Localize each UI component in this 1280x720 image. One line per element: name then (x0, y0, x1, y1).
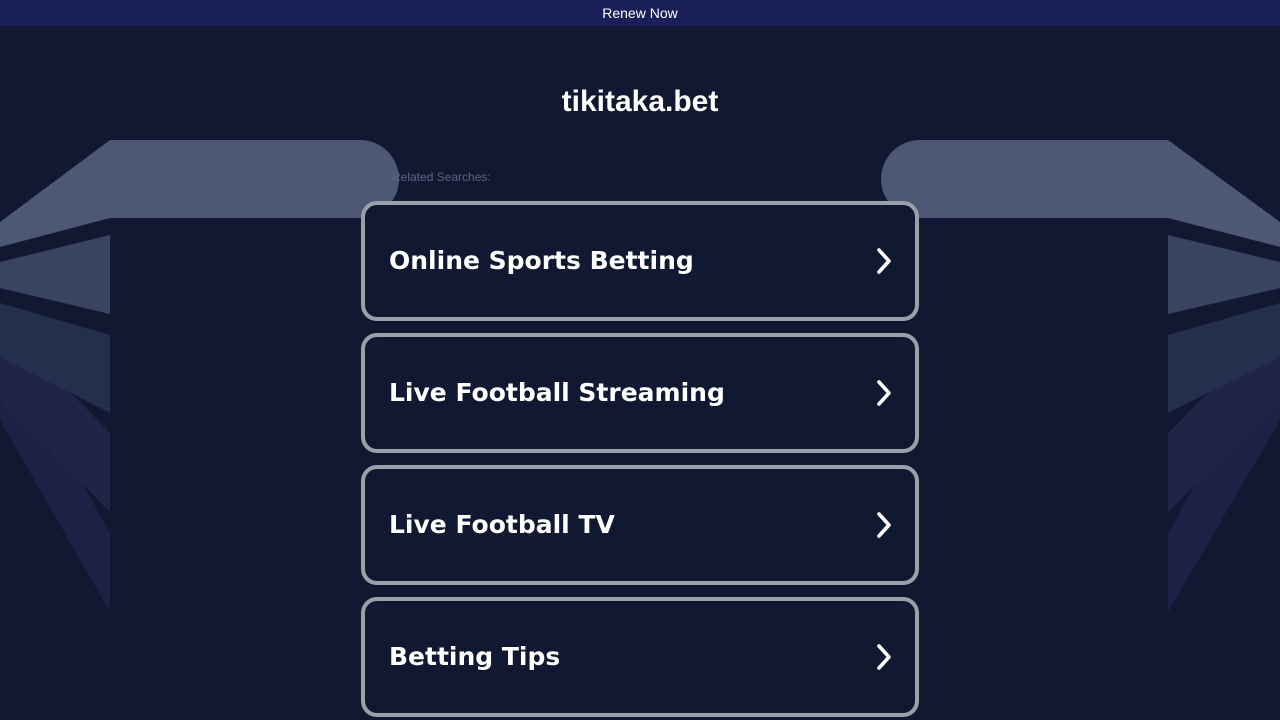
result-label: Live Football TV (389, 510, 615, 539)
result-link-betting-tips[interactable]: Betting Tips (361, 597, 919, 717)
chevron-right-icon (877, 644, 891, 670)
related-searches-label: Related Searches: (392, 170, 491, 184)
parked-domain-page: Renew Now tikitaka.bet Related Searches:… (0, 0, 1280, 720)
result-link-live-football-tv[interactable]: Live Football TV (361, 465, 919, 585)
wing-band (881, 140, 1280, 247)
wing-band (1168, 235, 1280, 314)
result-label: Betting Tips (389, 642, 561, 671)
related-results-list: Online Sports Betting Live Football Stre… (361, 201, 919, 720)
renew-now-link[interactable]: Renew Now (602, 5, 677, 21)
chevron-right-icon (877, 512, 891, 538)
right-wing (881, 140, 1280, 612)
wing-band (0, 235, 110, 314)
result-label: Live Football Streaming (389, 378, 725, 407)
result-link-online-sports-betting[interactable]: Online Sports Betting (361, 201, 919, 321)
chevron-right-icon (877, 248, 891, 274)
chevron-right-icon (877, 380, 891, 406)
wing-band (0, 140, 399, 247)
result-label: Online Sports Betting (389, 246, 694, 275)
result-link-live-football-streaming[interactable]: Live Football Streaming (361, 333, 919, 453)
left-wing (0, 140, 399, 612)
page-title: tikitaka.bet (561, 85, 719, 118)
renew-banner: Renew Now (0, 0, 1280, 26)
